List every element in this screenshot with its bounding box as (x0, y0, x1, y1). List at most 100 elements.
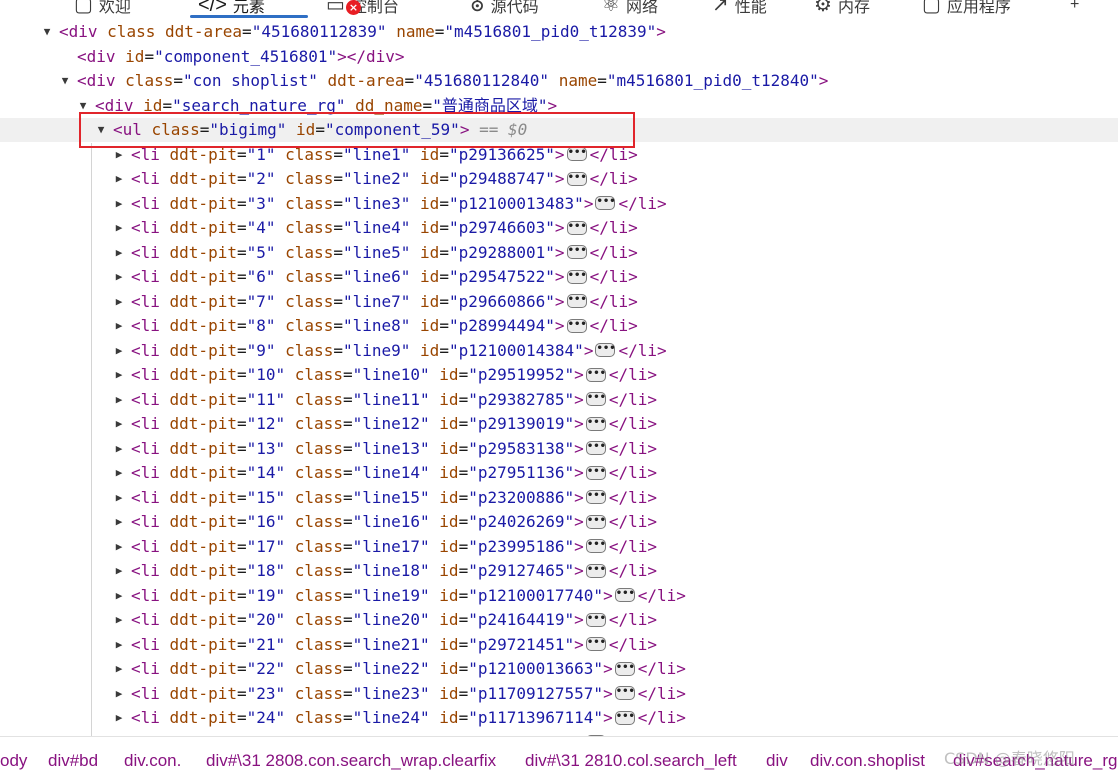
dom-node-row[interactable]: <div id="component_4516801"></div> (0, 45, 1118, 69)
collapsed-arrow-icon[interactable]: ▶ (112, 265, 126, 289)
collapsed-arrow-icon[interactable]: ▶ (112, 535, 126, 559)
list-item-node-row[interactable]: ▶ <li ddt-pit="14" class="line14" id="p27… (0, 461, 1118, 485)
collapsed-arrow-icon[interactable]: ▶ (112, 216, 126, 240)
collapsed-arrow-icon[interactable]: ▶ (112, 657, 126, 681)
collapsed-content-ellipsis-icon[interactable]: ••• (585, 490, 606, 504)
list-item-node-row[interactable]: ▶ <li ddt-pit="4" class="line4" id="p2974… (0, 216, 1118, 240)
list-item-node-row[interactable]: ▶ <li ddt-pit="23" class="line23" id="p11… (0, 682, 1118, 706)
collapsed-content-ellipsis-icon[interactable]: ••• (566, 147, 587, 161)
list-item-node-row[interactable]: ▶ <li ddt-pit="6" class="line6" id="p2954… (0, 265, 1118, 289)
collapsed-arrow-icon[interactable]: ▶ (112, 486, 126, 510)
collapsed-arrow-icon[interactable]: ▶ (112, 363, 126, 387)
collapsed-arrow-icon[interactable]: ▶ (112, 682, 126, 706)
collapsed-content-ellipsis-icon[interactable]: ••• (595, 196, 616, 210)
list-item-node-row[interactable]: ▶ <li ddt-pit="12" class="line12" id="p29… (0, 412, 1118, 436)
collapsed-content-ellipsis-icon[interactable]: ••• (585, 416, 606, 431)
dom-node-row[interactable]: ▼ <div class ddt-area="451680112839" name… (0, 20, 1118, 44)
collapsed-arrow-icon[interactable]: ▶ (112, 559, 126, 583)
dom-node-row[interactable]: ▼ <ul class="bigimg" id="component_59"> =… (0, 118, 1118, 142)
collapsed-content-ellipsis-icon[interactable]: ••• (595, 343, 616, 357)
collapsed-content-ellipsis-icon[interactable]: ••• (585, 514, 606, 529)
collapsed-content-ellipsis-icon[interactable]: ••• (585, 637, 606, 651)
breadcrumb-item[interactable]: div#bd (48, 751, 98, 771)
list-item-node-row[interactable]: ▶ <li ddt-pit="20" class="line20" id="p24… (0, 608, 1118, 632)
dom-node-row[interactable]: ▼ <div class="con shoplist" ddt-area="451… (0, 69, 1118, 93)
breadcrumb-item[interactable]: div#\31 2808.con.search_wrap.clearfix (206, 751, 496, 771)
tab-welcome[interactable]: ▢ 欢迎 (74, 0, 131, 18)
collapsed-arrow-icon[interactable]: ▶ (112, 706, 126, 730)
expand-arrow-icon[interactable]: ▼ (58, 69, 72, 93)
list-item-node-row[interactable]: ▶ <li ddt-pit="2" class="line2" id="p2948… (0, 167, 1118, 191)
collapsed-arrow-icon[interactable]: ▶ (112, 388, 126, 412)
list-item-node-row[interactable]: ▶ <li ddt-pit="1" class="line1" id="p2913… (0, 143, 1118, 167)
tab-elements[interactable]: </> 元素 (198, 0, 265, 18)
collapsed-arrow-icon[interactable]: ▶ (112, 608, 126, 632)
expand-arrow-icon[interactable]: ▼ (94, 118, 108, 142)
collapsed-content-ellipsis-icon[interactable]: ••• (614, 588, 635, 602)
list-item-node-row[interactable]: ▶ <li ddt-pit="22" class="line22" id="p12… (0, 657, 1118, 681)
collapsed-content-ellipsis-icon[interactable]: ••• (566, 318, 587, 333)
collapsed-arrow-icon[interactable]: ▶ (112, 314, 126, 338)
expand-arrow-icon[interactable]: ▼ (40, 20, 54, 44)
collapsed-content-ellipsis-icon[interactable]: ••• (566, 220, 587, 235)
collapsed-arrow-icon[interactable]: ▶ (112, 461, 126, 485)
collapsed-arrow-icon[interactable]: ▶ (112, 143, 126, 167)
tab-console[interactable]: ▭ 控制台 (326, 0, 399, 18)
collapsed-content-ellipsis-icon[interactable]: ••• (585, 441, 606, 455)
list-item-node-row[interactable]: ▶ <li ddt-pit="5" class="line5" id="p2928… (0, 241, 1118, 265)
tab-performance[interactable]: ↗ 性能 (712, 0, 767, 18)
tab-application[interactable]: ▢ 应用程序 (922, 0, 1011, 18)
collapsed-content-ellipsis-icon[interactable]: ••• (566, 294, 587, 308)
list-item-node-row[interactable]: ▶ <li ddt-pit="16" class="line16" id="p24… (0, 510, 1118, 534)
list-item-node-row[interactable]: ▶ <li ddt-pit="11" class="line11" id="p29… (0, 388, 1118, 412)
collapsed-content-ellipsis-icon[interactable]: ••• (566, 171, 587, 186)
list-item-node-row[interactable]: ▶ <li ddt-pit="17" class="line17" id="p23… (0, 535, 1118, 559)
collapsed-arrow-icon[interactable]: ▶ (112, 510, 126, 534)
breadcrumb-item[interactable]: div.con. (124, 751, 181, 771)
dom-tree[interactable]: ▼ <div class ddt-area="451680112839" name… (0, 20, 1118, 736)
collapsed-arrow-icon[interactable]: ▶ (112, 339, 126, 363)
list-item-node-row[interactable]: ▶ <li ddt-pit="24" class="line24" id="p11… (0, 706, 1118, 730)
list-item-node-row[interactable]: ▶ <li ddt-pit="15" class="line15" id="p23… (0, 486, 1118, 510)
list-item-node-row[interactable]: ▶ <li ddt-pit="8" class="line8" id="p2899… (0, 314, 1118, 338)
tag-token: <li (131, 414, 170, 433)
collapsed-content-ellipsis-icon[interactable]: ••• (614, 710, 635, 725)
breadcrumb-item[interactable]: div (766, 751, 788, 771)
collapsed-content-ellipsis-icon[interactable]: ••• (585, 392, 606, 406)
breadcrumb-item[interactable]: ody (0, 751, 27, 771)
collapsed-arrow-icon[interactable]: ▶ (112, 241, 126, 265)
collapsed-arrow-icon[interactable]: ▶ (112, 437, 126, 461)
expand-arrow-icon[interactable]: ▼ (76, 94, 90, 118)
collapsed-content-ellipsis-icon[interactable]: ••• (585, 612, 606, 627)
tab-sources[interactable]: ⛢ 源代码 (470, 0, 539, 18)
list-item-node-row[interactable]: ▶ <li ddt-pit="21" class="line21" id="p29… (0, 633, 1118, 657)
collapsed-content-ellipsis-icon[interactable]: ••• (566, 269, 587, 284)
tab-more-tabs[interactable]: + (1070, 0, 1079, 18)
list-item-node-row[interactable]: ▶ <li ddt-pit="3" class="line3" id="p1210… (0, 192, 1118, 216)
collapsed-arrow-icon[interactable]: ▶ (112, 167, 126, 191)
collapsed-content-ellipsis-icon[interactable]: ••• (585, 539, 606, 553)
tab-network[interactable]: ⚛ 网络 (602, 0, 658, 18)
breadcrumb-item[interactable]: div#\31 2810.col.search_left (525, 751, 737, 771)
list-item-node-row[interactable]: ▶ <li ddt-pit="19" class="line19" id="p12… (0, 584, 1118, 608)
tab-memory[interactable]: ⚙ 内存 (814, 0, 870, 18)
collapsed-content-ellipsis-icon[interactable]: ••• (614, 686, 635, 700)
collapsed-arrow-icon[interactable]: ▶ (112, 584, 126, 608)
collapsed-arrow-icon[interactable]: ▶ (112, 412, 126, 436)
list-item-node-row[interactable]: ▶ <li ddt-pit="9" class="line9" id="p1210… (0, 339, 1118, 363)
dom-node-row[interactable]: ▼ <div id="search_nature_rg" dd_name="普通商… (0, 94, 1118, 118)
list-item-node-row[interactable]: ▶ <li ddt-pit="13" class="line13" id="p29… (0, 437, 1118, 461)
list-item-node-row[interactable]: ▶ <li ddt-pit="18" class="line18" id="p29… (0, 559, 1118, 583)
list-item-node-row[interactable]: ▶ <li ddt-pit="7" class="line7" id="p2966… (0, 290, 1118, 314)
collapsed-content-ellipsis-icon[interactable]: ••• (585, 563, 606, 578)
collapsed-arrow-icon[interactable]: ▶ (112, 192, 126, 216)
collapsed-content-ellipsis-icon[interactable]: ••• (566, 245, 587, 259)
collapsed-arrow-icon[interactable]: ▶ (112, 633, 126, 657)
collapsed-content-ellipsis-icon[interactable]: ••• (585, 367, 606, 382)
tab-label: 源代码 (490, 0, 539, 16)
breadcrumb-item[interactable]: div.con.shoplist (810, 751, 925, 771)
collapsed-content-ellipsis-icon[interactable]: ••• (614, 661, 635, 676)
collapsed-arrow-icon[interactable]: ▶ (112, 290, 126, 314)
list-item-node-row[interactable]: ▶ <li ddt-pit="10" class="line10" id="p29… (0, 363, 1118, 387)
collapsed-content-ellipsis-icon[interactable]: ••• (585, 465, 606, 480)
